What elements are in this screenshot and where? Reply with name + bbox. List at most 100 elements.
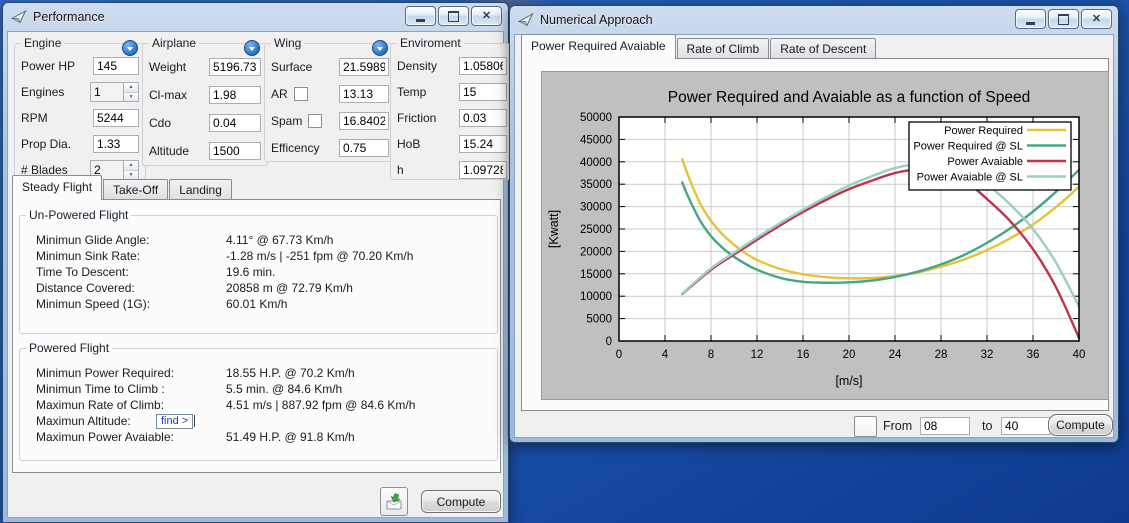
spam-checkbox[interactable] bbox=[308, 114, 322, 128]
tab-power-required-avaiable[interactable]: Power Required Avaiable bbox=[521, 34, 676, 59]
svg-text:Power Avaiable: Power Avaiable bbox=[947, 156, 1023, 168]
svg-text:Power Required: Power Required bbox=[944, 125, 1023, 137]
save-button[interactable] bbox=[380, 487, 408, 516]
weight-input[interactable] bbox=[209, 58, 261, 76]
tab-rate-of-descent[interactable]: Rate of Descent bbox=[770, 38, 876, 59]
svg-text:12: 12 bbox=[751, 349, 764, 361]
power-tabpage: 0481216202428323640050001000015000200002… bbox=[521, 58, 1109, 411]
svg-text:20: 20 bbox=[843, 349, 856, 361]
engines-label: Engines bbox=[21, 85, 64, 99]
rpm-input[interactable] bbox=[93, 109, 139, 127]
svg-text:4: 4 bbox=[662, 349, 669, 361]
minimize-button[interactable] bbox=[1015, 9, 1046, 29]
range-from-input[interactable] bbox=[920, 417, 970, 435]
airplane-collapse-toggle-icon[interactable] bbox=[244, 40, 260, 56]
svg-text:5000: 5000 bbox=[586, 314, 612, 326]
svg-text:28: 28 bbox=[935, 349, 948, 361]
altitude-input[interactable] bbox=[209, 142, 261, 160]
engine-collapse-toggle-icon[interactable] bbox=[122, 40, 138, 56]
minimize-button[interactable] bbox=[405, 6, 436, 26]
from-label: From bbox=[883, 419, 912, 433]
result-label: Maximun Altitude: bbox=[26, 414, 156, 428]
altitude-label: Altitude bbox=[149, 144, 189, 158]
svg-text:45000: 45000 bbox=[580, 134, 612, 146]
temp-input[interactable] bbox=[459, 83, 507, 101]
powered-flight-label: Powered Flight bbox=[26, 341, 112, 355]
svg-text:30000: 30000 bbox=[580, 202, 612, 214]
minimize-icon bbox=[416, 19, 425, 22]
svg-text:25000: 25000 bbox=[580, 224, 612, 236]
svg-text:15000: 15000 bbox=[580, 269, 612, 281]
enviroment-group-label: Enviroment bbox=[397, 36, 464, 50]
svg-text:10000: 10000 bbox=[580, 291, 612, 303]
ar-checkbox[interactable] bbox=[294, 87, 308, 101]
close-icon: ✕ bbox=[1092, 14, 1101, 25]
density-input[interactable] bbox=[459, 57, 507, 75]
to-label: to bbox=[982, 419, 992, 433]
powered-flight-group: Powered Flight Minimun Power Required:18… bbox=[19, 341, 498, 461]
numerical-titlebar[interactable]: Numerical Approach ✕ bbox=[510, 6, 1118, 32]
svg-text:Power Required and Avaiable as: Power Required and Avaiable as a functio… bbox=[668, 89, 1031, 106]
spam-input[interactable] bbox=[339, 112, 389, 130]
power-chart: 0481216202428323640050001000015000200002… bbox=[541, 71, 1109, 400]
result-label: Maximun Rate of Climb: bbox=[26, 398, 226, 412]
svg-text:0: 0 bbox=[606, 336, 612, 348]
friction-input[interactable] bbox=[459, 109, 507, 127]
svg-text:20000: 20000 bbox=[580, 246, 612, 258]
density-label: Density bbox=[397, 59, 437, 73]
range-checkbox[interactable] bbox=[854, 416, 877, 437]
unpowered-flight-label: Un-Powered Flight bbox=[26, 208, 131, 222]
find-button[interactable]: find > bbox=[156, 414, 193, 429]
result-value: 18.55 H.P. @ 70.2 Km/h bbox=[226, 366, 491, 380]
engines-input[interactable] bbox=[90, 82, 123, 102]
svg-text:[m/s]: [m/s] bbox=[835, 374, 862, 388]
paper-plane-icon bbox=[518, 12, 534, 28]
cdo-input[interactable] bbox=[209, 114, 261, 132]
performance-titlebar[interactable]: Performance ✕ bbox=[3, 3, 508, 29]
spin-up-icon[interactable]: ▲ bbox=[124, 83, 138, 93]
svg-text:40000: 40000 bbox=[580, 157, 612, 169]
maximize-button[interactable] bbox=[438, 6, 469, 26]
engines-stepper[interactable]: ▲▼ bbox=[90, 82, 139, 102]
power-hp-input[interactable] bbox=[93, 57, 139, 75]
numerical-client: Power Required Avaiable Rate of Climb Ra… bbox=[514, 34, 1114, 438]
maximize-icon bbox=[1058, 14, 1069, 25]
svg-text:[Kwatt]: [Kwatt] bbox=[547, 210, 561, 248]
tab-rate-of-climb[interactable]: Rate of Climb bbox=[677, 38, 770, 59]
wing-collapse-toggle-icon[interactable] bbox=[372, 40, 388, 56]
hob-input[interactable] bbox=[459, 135, 507, 153]
spin-up-icon[interactable]: ▲ bbox=[124, 161, 138, 171]
svg-text:36: 36 bbox=[1027, 349, 1040, 361]
efficency-input[interactable] bbox=[339, 139, 389, 157]
tab-landing[interactable]: Landing bbox=[169, 179, 232, 200]
compute-button[interactable]: Compute bbox=[1048, 414, 1113, 436]
result-label: Minimun Speed (1G): bbox=[26, 297, 226, 311]
svg-text:24: 24 bbox=[889, 349, 902, 361]
clmax-input[interactable] bbox=[209, 86, 261, 104]
tab-steady-flight[interactable]: Steady Flight bbox=[12, 175, 102, 200]
result-label: Minimun Sink Rate: bbox=[26, 249, 226, 263]
close-button[interactable]: ✕ bbox=[471, 6, 502, 26]
prop-dia-input[interactable] bbox=[93, 135, 139, 153]
steady-flight-tabpage: Un-Powered Flight Minimun Glide Angle:4.… bbox=[12, 199, 501, 473]
maximize-icon bbox=[448, 11, 459, 22]
compute-button[interactable]: Compute bbox=[421, 490, 501, 513]
clmax-label: Cl-max bbox=[149, 88, 187, 102]
surface-input[interactable] bbox=[339, 58, 389, 76]
range-to-input[interactable] bbox=[1001, 417, 1051, 435]
result-label: Time To Descent: bbox=[26, 265, 226, 279]
maximize-button[interactable] bbox=[1048, 9, 1079, 29]
result-label: Distance Covered: bbox=[26, 281, 226, 295]
ar-input[interactable] bbox=[339, 85, 389, 103]
result-value: 60.01 Km/h bbox=[226, 297, 491, 311]
enviroment-group: Enviroment Density Temp Friction HoB h bbox=[390, 36, 514, 180]
h-input[interactable] bbox=[459, 161, 507, 179]
result-value: 5.5 min. @ 84.6 Km/h bbox=[226, 382, 491, 396]
close-button[interactable]: ✕ bbox=[1081, 9, 1112, 29]
friction-label: Friction bbox=[397, 111, 436, 125]
spin-down-icon[interactable]: ▼ bbox=[124, 93, 138, 102]
numerical-tabstrip: Power Required Avaiable Rate of Climb Ra… bbox=[521, 37, 877, 59]
tab-take-off[interactable]: Take-Off bbox=[103, 179, 168, 200]
wing-group-label: Wing bbox=[271, 36, 304, 50]
numerical-window: Numerical Approach ✕ Power Required Avai… bbox=[509, 5, 1119, 443]
